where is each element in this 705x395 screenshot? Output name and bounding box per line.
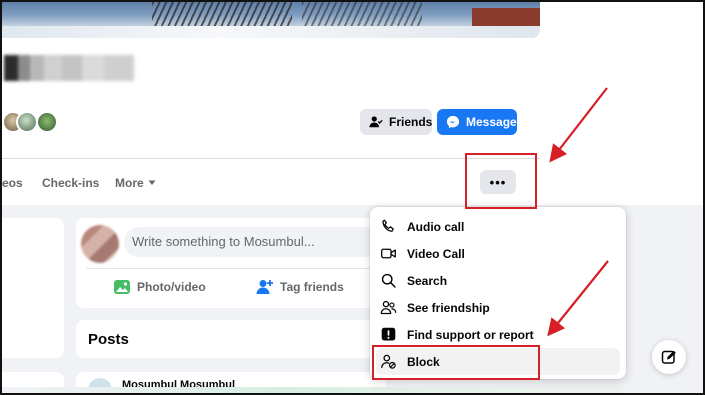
caret-down-icon (148, 180, 156, 185)
header-divider (2, 158, 540, 159)
photo-video-label: Photo/video (137, 280, 206, 294)
menu-item-label: Block (407, 354, 440, 369)
block-user-icon (381, 354, 396, 369)
messenger-icon (446, 115, 460, 129)
menu-item-find-support-report[interactable]: Find support or report (376, 321, 620, 348)
friend-avatar[interactable] (36, 111, 58, 133)
photo-icon (114, 280, 130, 294)
tag-friends-label: Tag friends (280, 280, 344, 294)
tab-videos[interactable]: eos (2, 176, 23, 190)
phone-icon (382, 219, 394, 232)
menu-item-label: Video Call (407, 246, 465, 261)
new-message-button[interactable] (652, 340, 686, 374)
friends-button[interactable]: Friends (360, 109, 432, 135)
tag-friends-icon (256, 280, 273, 294)
menu-item-search[interactable]: Search (376, 267, 620, 294)
menu-item-label: See friendship (407, 300, 490, 315)
profile-options-button[interactable]: ••• (480, 170, 516, 194)
tab-more-label: More (115, 176, 144, 190)
menu-item-see-friendship[interactable]: See friendship (376, 294, 620, 321)
profile-name-blurred (4, 55, 134, 81)
friends-button-label: Friends (389, 115, 433, 129)
video-camera-icon (381, 248, 396, 259)
friend-avatar[interactable] (16, 111, 38, 133)
current-user-avatar[interactable] (81, 225, 119, 263)
posts-title: Posts (88, 331, 129, 348)
photo-video-button[interactable]: Photo/video (113, 278, 206, 296)
more-options-icon: ••• (489, 174, 507, 190)
report-icon (381, 327, 396, 341)
compose-icon (661, 350, 676, 364)
composer-divider (86, 268, 376, 269)
profile-options-menu: Audio call Video Call Search See friends… (370, 207, 626, 379)
menu-item-label: Find support or report (407, 327, 534, 342)
friend-check-icon (369, 116, 383, 128)
post-composer: Write something to Mosumbul... Photo/vid… (76, 218, 394, 308)
menu-item-label: Audio call (407, 219, 465, 234)
cover-photo[interactable] (2, 2, 540, 38)
posts-header-card: Posts (76, 320, 386, 358)
composer-input[interactable]: Write something to Mosumbul... (124, 227, 394, 257)
search-icon (381, 273, 396, 288)
tab-check-ins[interactable]: Check-ins (42, 176, 99, 190)
tag-friends-button[interactable]: Tag friends (256, 278, 344, 296)
tab-more[interactable]: More (115, 176, 156, 190)
menu-item-audio-call[interactable]: Audio call (376, 213, 620, 240)
menu-item-label: Search (407, 273, 448, 288)
message-button-label: Message (466, 115, 517, 129)
intro-card (2, 218, 64, 358)
cover-snow (2, 26, 540, 38)
cover-roof (472, 8, 540, 28)
menu-item-video-call[interactable]: Video Call (376, 240, 620, 267)
annotation-arrow-options (549, 87, 608, 163)
friendship-icon (380, 300, 397, 315)
menu-item-block[interactable]: Block (376, 348, 620, 375)
bottom-strip (2, 387, 703, 393)
message-button[interactable]: Message (437, 109, 517, 135)
